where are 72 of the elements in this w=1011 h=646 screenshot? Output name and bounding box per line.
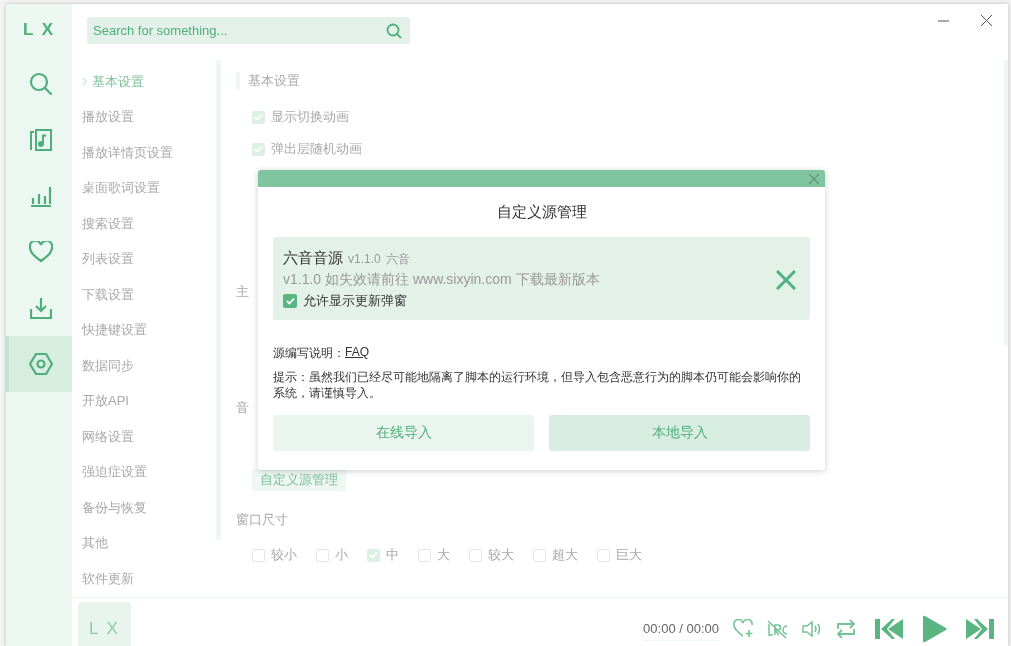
section-title: 音 (236, 399, 249, 417)
checkbox[interactable] (418, 548, 431, 562)
album-cover: L X (78, 602, 131, 646)
size-option[interactable]: 大 (418, 546, 450, 564)
local-import-button[interactable]: 本地导入 (549, 415, 810, 451)
sidebar-item[interactable] (6, 336, 72, 392)
download-icon (29, 297, 52, 319)
size-option[interactable]: 较大 (469, 546, 514, 564)
checkbox[interactable] (469, 548, 482, 562)
online-import-button[interactable]: 在线导入 (273, 415, 534, 451)
size-option[interactable]: 超大 (533, 546, 578, 564)
repeat-icon[interactable] (835, 618, 857, 639)
settings-nav-item[interactable]: 搜索设置 (72, 206, 216, 242)
source-name: 六音音源 (283, 249, 343, 268)
settings-nav-item[interactable]: 数据同步 (72, 348, 216, 384)
checkbox[interactable] (367, 548, 380, 562)
volume-icon[interactable] (801, 618, 823, 639)
settings-nav-item[interactable]: 网络设置 (72, 419, 216, 455)
faq-link[interactable]: FAQ (345, 345, 369, 362)
checkbox-option[interactable]: 弹出层随机动画 (252, 140, 362, 158)
lyrics-off-icon[interactable] (767, 618, 789, 639)
play-icon[interactable] (922, 614, 947, 643)
settings-nav-item[interactable]: 开放API (72, 383, 216, 419)
section-title: 主 (236, 283, 249, 301)
checkbox[interactable] (252, 110, 265, 124)
checkbox[interactable] (252, 548, 265, 562)
checkbox-option[interactable]: 显示切换动画 (252, 108, 349, 126)
checkbox[interactable] (597, 548, 610, 562)
settings-nav-item[interactable]: 播放详情页设置 (72, 135, 216, 171)
settings-nav-item[interactable]: 基本设置 (72, 64, 216, 100)
settings-nav-item[interactable]: 播放设置 (72, 99, 216, 135)
close-icon[interactable] (981, 15, 992, 26)
doc-label: 源编写说明： (273, 345, 345, 362)
settings-nav-item[interactable]: 强迫症设置 (72, 454, 216, 490)
checkbox[interactable] (316, 548, 329, 562)
custom-source-button[interactable]: 自定义源管理 (252, 469, 346, 491)
size-option[interactable]: 较小 (252, 546, 297, 564)
settings-nav-item[interactable]: 桌面歌词设置 (72, 170, 216, 206)
settings-nav-item[interactable]: 备份与恢复 (72, 490, 216, 526)
checkbox[interactable] (252, 142, 265, 156)
checkbox-option[interactable]: 允许显示更新弹窗 (283, 292, 776, 310)
warning-text: 提示：虽然我们已经尽可能地隔离了脚本的运行环境，但导入包含恶意行为的脚本仍可能会影响你的系统，请谨慎导入。 (273, 370, 802, 401)
section-title: 基本设置 (236, 72, 300, 89)
heart-plus-icon[interactable] (733, 618, 755, 639)
search-icon (386, 23, 402, 39)
playback-time: 00:00 / 00:00 (643, 616, 719, 641)
source-author: 六音 (385, 251, 410, 268)
settings-nav-item[interactable]: 其他 (72, 525, 216, 561)
source-description: v1.1.0 如失效请前往 www.sixyin.com 下载最新版本 (283, 271, 601, 289)
search-icon (28, 72, 53, 96)
section-title: 窗口尺寸 (236, 511, 288, 529)
size-option[interactable]: 小 (316, 546, 348, 564)
music-note-icon (29, 129, 52, 151)
size-option[interactable]: 巨大 (597, 546, 642, 564)
chevron-icon (82, 77, 88, 87)
checkbox[interactable] (283, 294, 297, 308)
heart-icon (28, 241, 53, 263)
app-logo: L X (21, 19, 57, 41)
settings-icon (28, 353, 53, 375)
settings-nav-item[interactable]: 下载设置 (72, 277, 216, 313)
source-version: v1.1.0 (348, 252, 381, 266)
checkbox[interactable] (533, 548, 546, 562)
dialog-title: 自定义源管理 (495, 203, 588, 222)
bar-chart-icon (29, 185, 52, 207)
next-icon[interactable] (966, 618, 994, 639)
settings-nav-item[interactable]: 列表设置 (72, 241, 216, 277)
settings-nav-item[interactable]: 软件更新 (72, 561, 216, 597)
settings-nav-item[interactable]: 快捷键设置 (72, 312, 216, 348)
remove-icon[interactable] (776, 269, 796, 290)
previous-icon[interactable] (875, 618, 903, 639)
size-option[interactable]: 中 (367, 546, 399, 564)
search-field[interactable]: Search for something... (87, 17, 410, 44)
